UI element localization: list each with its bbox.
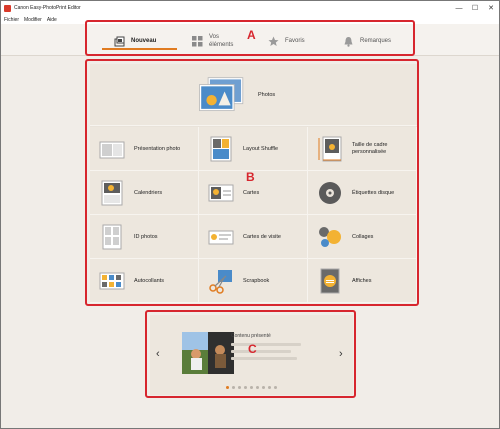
title-bar: Canon Easy-PhotoPrint Editor — ☐ ✕ (1, 1, 499, 15)
menu-aide[interactable]: Aide (47, 17, 57, 23)
window-title: Canon Easy-PhotoPrint Editor (14, 5, 81, 11)
annotation-marker-c: C (248, 342, 257, 356)
annotation-marker-b: B (246, 170, 255, 184)
app-logo-icon (4, 4, 11, 12)
minimize-button[interactable]: — (451, 1, 467, 15)
app-window: Canon Easy-PhotoPrint Editor — ☐ ✕ Fichi… (0, 0, 500, 429)
close-button[interactable]: ✕ (483, 1, 499, 15)
maximize-button[interactable]: ☐ (467, 1, 483, 15)
menu-fichier[interactable]: Fichier (4, 17, 19, 23)
window-controls: — ☐ ✕ (451, 1, 499, 15)
menu-modifier[interactable]: Modifier (24, 17, 42, 23)
annotation-marker-a: A (247, 28, 256, 42)
